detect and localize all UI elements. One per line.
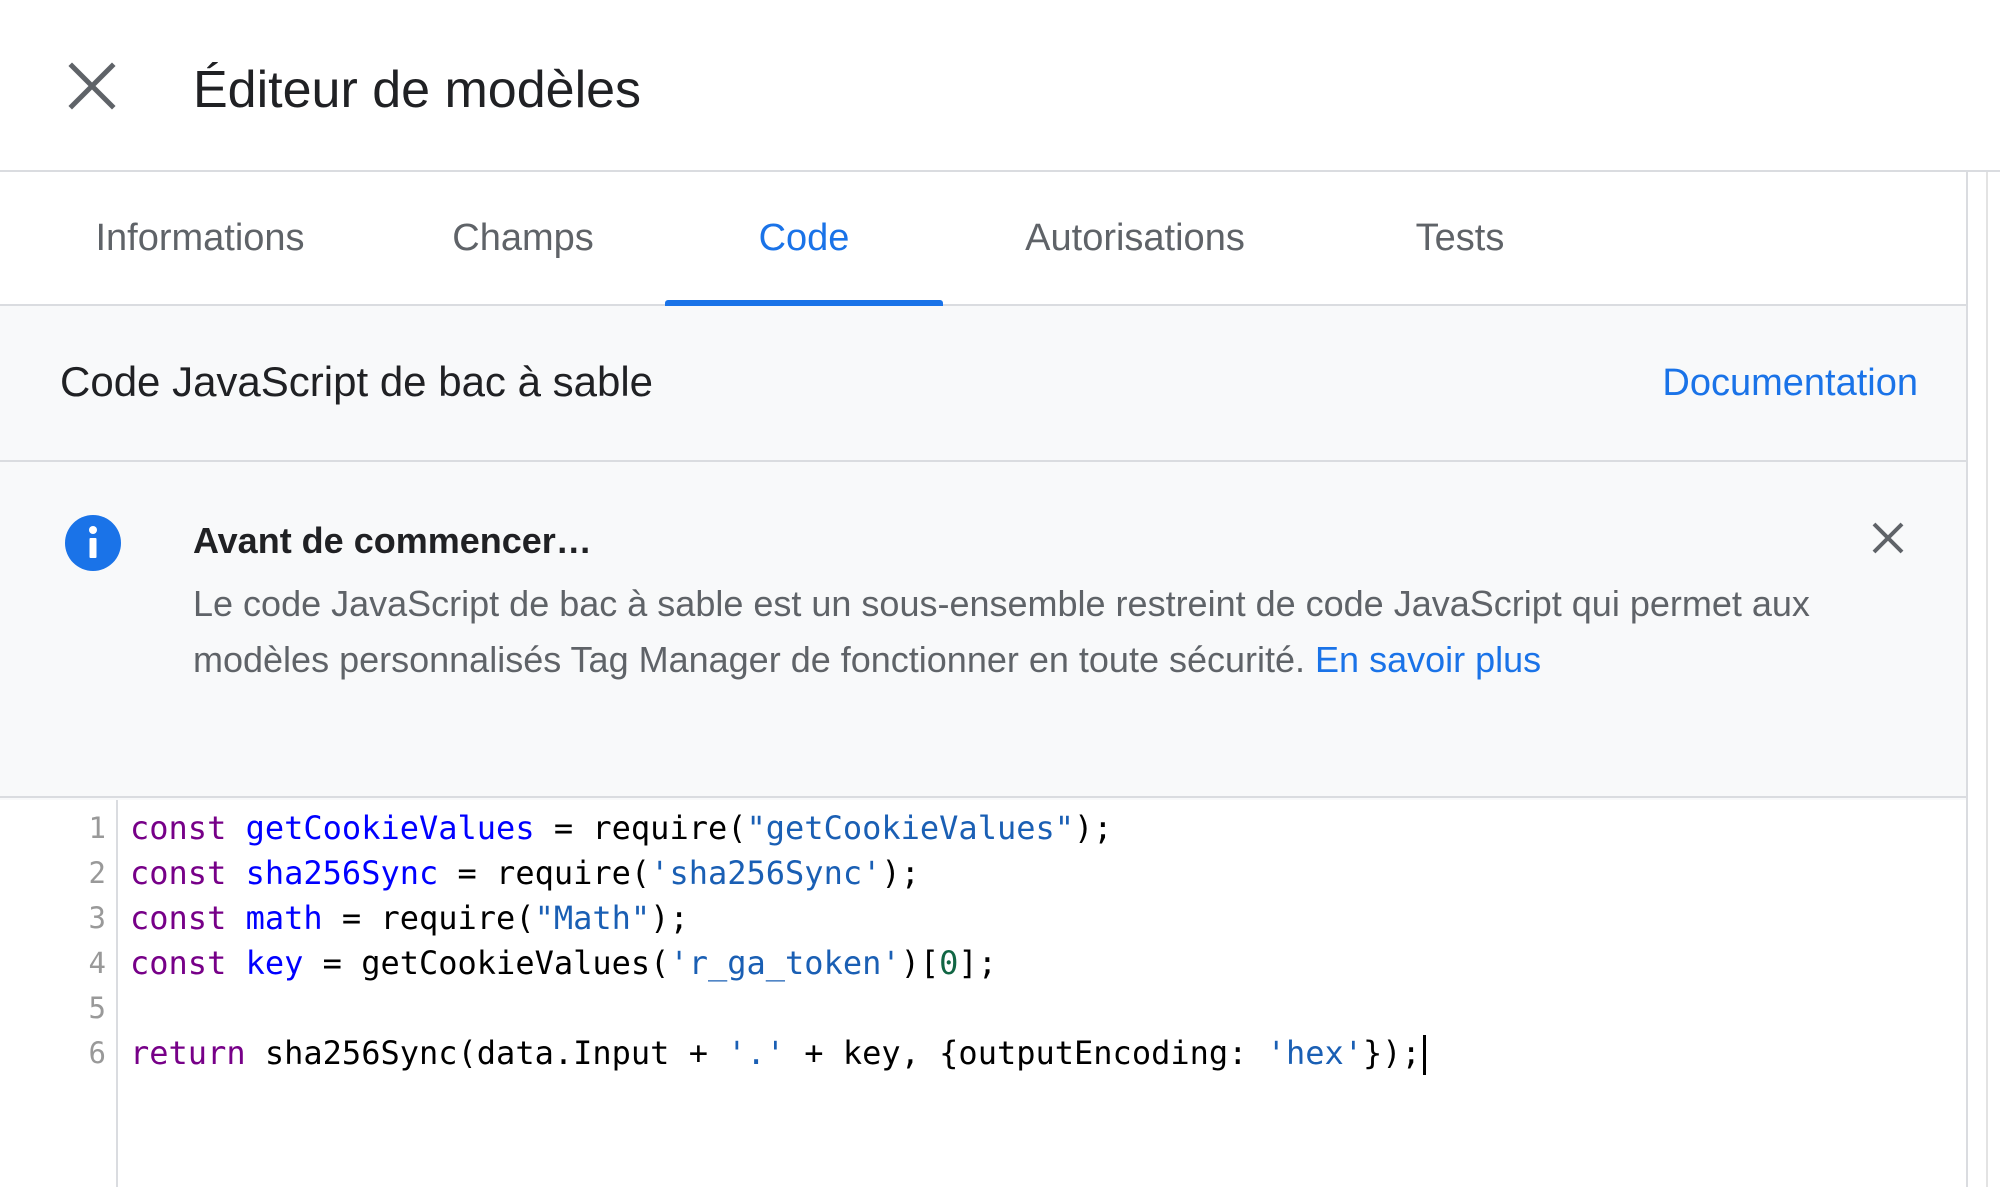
tab-champs[interactable]: Champs — [410, 172, 636, 304]
code-token: = require( — [534, 809, 747, 847]
code-token: const — [130, 854, 227, 892]
code-token: "getCookieValues" — [746, 809, 1075, 847]
code-token: 'hex' — [1266, 1034, 1363, 1072]
close-icon[interactable] — [1864, 514, 1912, 562]
code-token: = require( — [438, 854, 651, 892]
tab-label: Tests — [1415, 216, 1505, 259]
code-token: ]; — [958, 944, 997, 982]
code-line[interactable] — [130, 986, 1426, 1031]
text-cursor — [1422, 1035, 1426, 1075]
code-token: 'sha256Sync' — [650, 854, 882, 892]
tab-label: Informations — [95, 216, 305, 259]
code-line[interactable]: const sha256Sync = require('sha256Sync')… — [130, 851, 1426, 896]
code-token: 'r_ga_token' — [669, 944, 901, 982]
code-token: 0 — [939, 944, 959, 982]
code-token: sha256Sync(data.Input + — [245, 1034, 728, 1072]
code-token: const — [130, 944, 227, 982]
dialog-header: Éditeur de modèles — [0, 0, 2000, 172]
code-token: = require( — [322, 899, 535, 937]
notice-body: Le code JavaScript de bac à sable est un… — [193, 576, 1833, 688]
close-icon[interactable] — [62, 56, 122, 116]
code-token: sha256Sync — [245, 854, 439, 892]
section-title: Code JavaScript de bac à sable — [60, 358, 654, 405]
tab-tests[interactable]: Tests — [1380, 172, 1540, 304]
line-number: 5 — [88, 991, 106, 1025]
code-token: ); — [881, 854, 920, 892]
tab-code[interactable]: Code — [665, 172, 943, 306]
code-token: = getCookieValues( — [303, 944, 670, 982]
code-token: )[ — [900, 944, 940, 982]
info-notice: Avant de commencer… Le code JavaScript d… — [0, 462, 1966, 798]
code-token: const — [130, 899, 227, 937]
code-line[interactable]: return sha256Sync(data.Input + '.' + key… — [130, 1031, 1426, 1076]
notice-title: Avant de commencer… — [193, 520, 592, 561]
tab-informations[interactable]: Informations — [40, 172, 360, 304]
line-number: 2 — [88, 856, 106, 890]
code-token: return — [130, 1034, 246, 1072]
section-header: Code JavaScript de bac à sable Documenta… — [0, 306, 1966, 462]
learn-more-link[interactable]: En savoir plus — [1315, 639, 1541, 680]
code-token: getCookieValues — [245, 809, 535, 847]
code-line[interactable]: const getCookieValues = require("getCook… — [130, 806, 1426, 851]
line-number: 1 — [88, 811, 106, 845]
info-icon — [64, 514, 122, 572]
code-line[interactable]: const math = require("Math"); — [130, 896, 1426, 941]
divider — [1986, 172, 1988, 1187]
tab-label: Champs — [452, 216, 594, 259]
tab-bar: Informations Champs Code Autorisations T… — [0, 172, 1966, 306]
page-title: Éditeur de modèles — [193, 61, 642, 119]
code-line[interactable]: const key = getCookieValues('r_ga_token'… — [130, 941, 1426, 986]
documentation-link[interactable]: Documentation — [1662, 356, 1918, 410]
code-token: }); — [1363, 1034, 1421, 1072]
line-number: 6 — [88, 1036, 106, 1070]
code-token: ); — [1074, 809, 1113, 847]
code-token: '.' — [727, 1034, 786, 1072]
editor-main: Informations Champs Code Autorisations T… — [0, 172, 1968, 1187]
line-number: 4 — [88, 946, 106, 980]
code-token: key — [245, 944, 304, 982]
code-editor[interactable]: 1 2 3 4 5 6 const getCookieValues = requ… — [0, 800, 1966, 1187]
line-number-gutter: 1 2 3 4 5 6 — [0, 800, 118, 1187]
code-token: const — [130, 809, 227, 847]
notice-text: Le code JavaScript de bac à sable est un… — [193, 583, 1810, 680]
code-token: + key, {outputEncoding: — [785, 1034, 1267, 1072]
code-token: ); — [650, 899, 689, 937]
right-strip — [1968, 172, 2000, 1187]
code-content[interactable]: const getCookieValues = require("getCook… — [130, 806, 1426, 1076]
code-token: "Math" — [534, 899, 651, 937]
tab-label: Code — [758, 216, 850, 259]
line-number: 3 — [88, 901, 106, 935]
code-token: math — [245, 899, 323, 937]
tab-label: Autorisations — [1025, 216, 1245, 259]
tab-autorisations[interactable]: Autorisations — [985, 172, 1285, 304]
